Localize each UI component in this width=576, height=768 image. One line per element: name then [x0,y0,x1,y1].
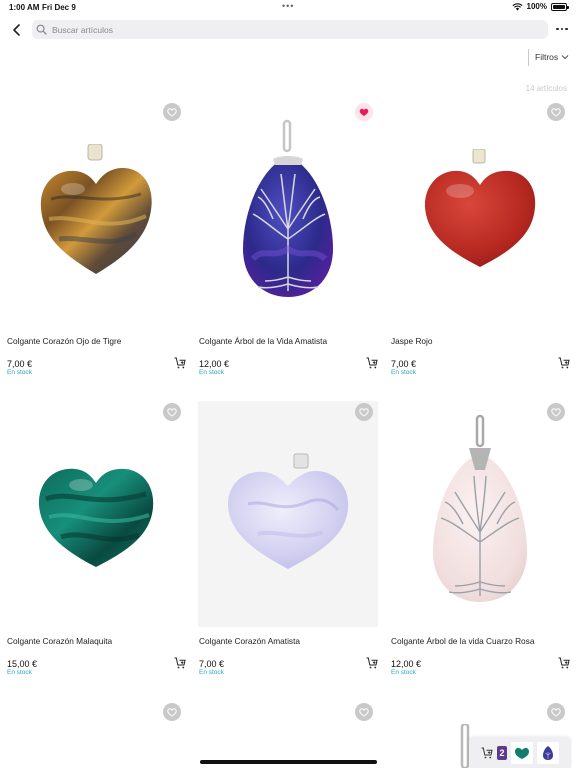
favorite-button[interactable] [355,103,373,121]
product-name[interactable]: Colgante Árbol de la Vida Amatista [199,336,327,346]
tiger-eye-heart-pendant [40,144,152,274]
chevron-left-icon [13,24,20,36]
status-date: Fri Dec 9 [42,3,76,12]
product-card[interactable] [192,698,384,768]
product-card[interactable]: Colgante Corazón Malaquita 15,00 € En st… [0,398,192,698]
favorite-button[interactable] [163,703,181,721]
product-image[interactable] [6,401,186,627]
product-name[interactable]: Colgante Corazón Amatista [199,636,300,646]
product-price: 7,00 € [7,359,33,369]
product-card[interactable]: Colgante Árbol de la vida Cuarzo Rosa 12… [384,398,576,698]
stock-status: En stock [7,669,32,676]
amethyst-heart-pendant [227,453,349,569]
chevron-down-icon [561,55,569,60]
malachite-heart-thumbnail [515,747,529,759]
heart-outline-icon [551,407,561,417]
favorite-button[interactable] [163,403,181,421]
multitasking-dots[interactable]: ••• [282,1,294,11]
heart-outline-icon [167,707,177,717]
favorite-button[interactable] [547,403,565,421]
battery-icon [551,2,569,11]
product-card[interactable]: Colgante Árbol de la Vida Amatista 12,00… [192,98,384,398]
heart-outline-icon [359,707,369,717]
search-bar[interactable] [32,20,548,39]
product-name[interactable]: Jaspe Rojo [391,336,433,346]
status-time: 1:00 AM [9,3,40,12]
stock-status: En stock [391,669,416,676]
more-options-button[interactable] [553,22,571,36]
product-price: 7,00 € [391,359,417,369]
cart-thumbnail[interactable] [537,741,559,764]
ellipsis-icon [556,27,559,31]
product-image[interactable] [390,401,570,627]
favorite-button[interactable] [163,103,181,121]
heart-filled-icon [359,108,369,116]
red-jasper-heart-pendant [424,149,536,267]
product-name[interactable]: Colgante Árbol de la vida Cuarzo Rosa [391,636,534,646]
item-count: 14 artículos [525,84,567,93]
product-price: 12,00 € [391,659,422,669]
product-name[interactable]: Colgante Corazón Ojo de Tigre [7,336,121,346]
product-card[interactable]: Jaspe Rojo 7,00 € En stock [384,98,576,398]
product-image[interactable] [198,101,378,327]
filter-button[interactable]: Filtros [535,52,569,62]
stock-status: En stock [7,369,32,376]
heart-outline-icon [167,107,177,117]
product-card[interactable]: Colgante Corazón Ojo de Tigre 7,00 € En … [0,98,192,398]
heart-outline-icon [551,707,561,717]
add-to-cart-icon[interactable] [558,657,570,669]
add-to-cart-icon[interactable] [174,657,186,669]
status-bar: 1:00 AM Fri Dec 9 ••• 100% [0,0,576,14]
stock-status: En stock [199,369,224,376]
product-price: 7,00 € [199,659,225,669]
product-price: 12,00 € [199,359,230,369]
cart-thumbnail[interactable] [511,741,533,764]
heart-outline-icon [551,107,561,117]
search-icon [36,23,50,37]
product-card[interactable] [0,698,192,768]
battery-percent: 100% [526,2,547,11]
amethyst-tree-of-life-pendant [243,119,333,297]
cart-icon [481,747,493,758]
heart-outline-icon [167,407,177,417]
rose-quartz-tree-of-life-pendant [433,414,527,602]
filter-label: Filtros [535,52,559,62]
product-price: 15,00 € [7,659,38,669]
back-button[interactable] [8,21,26,39]
product-image[interactable] [390,101,570,327]
add-to-cart-icon[interactable] [366,657,378,669]
favorite-button[interactable] [547,103,565,121]
status-indicators: 100% [512,2,569,11]
filter-divider [528,49,529,66]
malachite-heart-pendant [38,468,154,567]
cart-count-badge: 2 [497,745,507,760]
add-to-cart-icon[interactable] [174,357,186,369]
stock-status: En stock [391,369,416,376]
add-to-cart-icon[interactable] [558,357,570,369]
add-to-cart-icon[interactable] [366,357,378,369]
favorite-button[interactable] [355,703,373,721]
stock-status: En stock [199,669,224,676]
wifi-icon [512,2,523,10]
search-input[interactable] [52,24,532,35]
mini-cart[interactable]: 2 [469,737,571,768]
favorite-button[interactable] [547,703,565,721]
favorite-button[interactable] [355,403,373,421]
product-name[interactable]: Colgante Corazón Malaquita [7,636,112,646]
amethyst-drop-thumbnail [543,745,553,760]
home-indicator[interactable] [200,760,377,764]
product-card[interactable]: Colgante Corazón Amatista 7,00 € En stoc… [192,398,384,698]
product-image[interactable] [6,101,186,327]
heart-outline-icon [359,407,369,417]
product-image[interactable] [198,401,378,627]
